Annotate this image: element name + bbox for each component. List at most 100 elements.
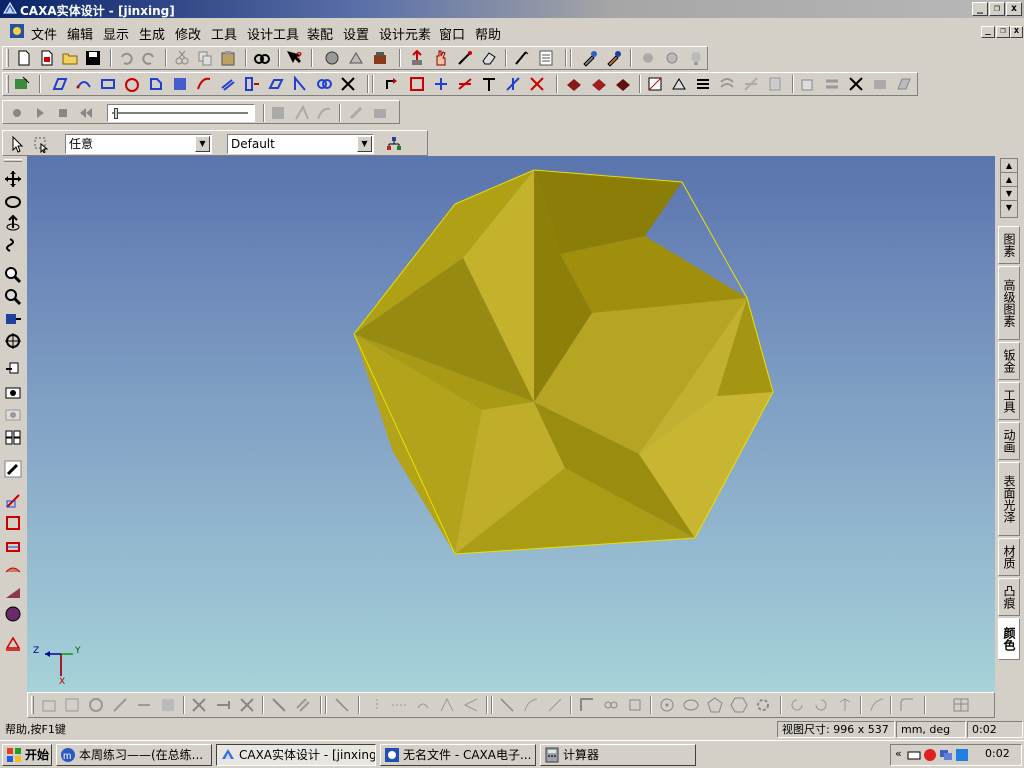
surface-sweep-icon[interactable] bbox=[614, 75, 632, 93]
surface-extend-icon[interactable] bbox=[766, 75, 784, 93]
curve-surface-icon[interactable] bbox=[480, 75, 498, 93]
restore-button[interactable]: ❐ bbox=[989, 2, 1005, 16]
tab-color[interactable]: 颜色 bbox=[998, 618, 1020, 660]
properties-icon[interactable] bbox=[537, 49, 555, 67]
messenger-icon[interactable] bbox=[955, 748, 969, 762]
snap-perp-icon[interactable] bbox=[414, 696, 432, 714]
snap-horizontal-icon[interactable] bbox=[390, 696, 408, 714]
eraser-icon[interactable] bbox=[480, 49, 498, 67]
menu-generate[interactable]: 生成 bbox=[139, 24, 165, 43]
select-pointer-icon[interactable] bbox=[8, 135, 26, 153]
table-tool-icon[interactable] bbox=[952, 696, 970, 714]
sketch-circle-icon[interactable] bbox=[171, 75, 189, 93]
sketch-spline-icon[interactable] bbox=[195, 75, 213, 93]
surface-mesh-icon[interactable] bbox=[670, 75, 688, 93]
new-design-icon[interactable] bbox=[38, 49, 56, 67]
sketch-chamfer-icon[interactable] bbox=[315, 75, 333, 93]
tab-sheet-metal[interactable]: 钣金 bbox=[998, 342, 1020, 380]
save-icon[interactable] bbox=[84, 49, 102, 67]
tab-embossing[interactable]: 凸痕 bbox=[998, 578, 1020, 616]
surface-thicken-icon[interactable] bbox=[871, 75, 889, 93]
line-tool-icon[interactable] bbox=[498, 696, 516, 714]
move-light-icon[interactable] bbox=[639, 49, 657, 67]
render-icon[interactable] bbox=[371, 49, 389, 67]
surface-trim-icon[interactable] bbox=[742, 75, 760, 93]
design-tree-icon[interactable] bbox=[347, 49, 365, 67]
sketch-trim-icon[interactable] bbox=[267, 75, 285, 93]
menu-design-tools[interactable]: 设计工具 bbox=[247, 24, 299, 43]
square-tool-icon[interactable] bbox=[626, 696, 644, 714]
light-bulb-icon[interactable] bbox=[687, 49, 705, 67]
menu-tools[interactable]: 工具 bbox=[211, 24, 237, 43]
sketch-fillet-icon[interactable] bbox=[291, 75, 309, 93]
sketch-rect-icon[interactable] bbox=[99, 75, 117, 93]
curve-project-icon[interactable] bbox=[432, 75, 450, 93]
scroll-last-icon[interactable]: ▼ bbox=[1001, 201, 1017, 215]
smart-animation-icon[interactable] bbox=[269, 104, 287, 122]
paint-icon[interactable] bbox=[605, 49, 623, 67]
trim-curve-icon[interactable] bbox=[868, 696, 886, 714]
animation-tool-icon[interactable] bbox=[347, 104, 365, 122]
task-button-exercise[interactable]: m 本周练习——(在总练... bbox=[56, 744, 212, 766]
timeline-thumb[interactable] bbox=[114, 108, 118, 119]
surface-view-icon[interactable] bbox=[4, 560, 22, 578]
surface-merge-icon[interactable] bbox=[823, 75, 841, 93]
snap-midpoint-icon[interactable] bbox=[438, 696, 456, 714]
camera-disabled-icon[interactable] bbox=[4, 404, 22, 422]
keyboard-icon[interactable] bbox=[907, 748, 921, 762]
zoom-window-icon[interactable] bbox=[4, 288, 22, 306]
menu-modify[interactable]: 修改 bbox=[175, 24, 201, 43]
tab-animation[interactable]: 动画 bbox=[998, 422, 1020, 460]
sketch-hand-icon[interactable] bbox=[123, 75, 141, 93]
snap-angle-icon[interactable] bbox=[270, 696, 288, 714]
redo-icon[interactable] bbox=[140, 49, 158, 67]
eyedropper-icon[interactable] bbox=[581, 49, 599, 67]
open-folder-icon[interactable] bbox=[61, 49, 79, 67]
curve-arrow-icon[interactable] bbox=[383, 75, 401, 93]
snap-rotate-icon[interactable] bbox=[87, 696, 105, 714]
curve-point-icon[interactable] bbox=[408, 75, 426, 93]
tray-expand-icon[interactable]: « bbox=[895, 747, 902, 760]
zoom-icon[interactable] bbox=[4, 266, 22, 284]
snap-vertical-icon[interactable] bbox=[368, 696, 386, 714]
doc-restore-button[interactable]: ❐ bbox=[996, 26, 1010, 38]
start-button[interactable]: 开始 bbox=[2, 744, 52, 766]
scroll-up-icon[interactable]: ▲ bbox=[1001, 173, 1017, 187]
catalog-icon[interactable] bbox=[323, 49, 341, 67]
surface-solid-icon[interactable] bbox=[895, 75, 913, 93]
bend-tool-icon[interactable] bbox=[546, 696, 564, 714]
new-file-icon[interactable] bbox=[15, 49, 33, 67]
new-sketch-icon[interactable] bbox=[13, 75, 31, 93]
surface-repair-icon[interactable] bbox=[847, 75, 865, 93]
surface-copy-icon[interactable] bbox=[799, 75, 817, 93]
sketch-arc-icon[interactable] bbox=[75, 75, 93, 93]
link-tool-icon[interactable] bbox=[602, 696, 620, 714]
title-bar[interactable]: CAXA实体设计 - [jinxing] _ ❐ x bbox=[0, 0, 1024, 18]
menu-view[interactable]: 显示 bbox=[103, 24, 129, 43]
path-edit-icon[interactable] bbox=[293, 104, 311, 122]
rewind-icon[interactable] bbox=[77, 104, 95, 122]
extrude-icon[interactable] bbox=[408, 49, 426, 67]
sphere-render-icon[interactable] bbox=[4, 605, 22, 623]
sketch-offset-icon[interactable] bbox=[219, 75, 237, 93]
minimize-button[interactable]: _ bbox=[972, 2, 988, 16]
undo-icon[interactable] bbox=[117, 49, 135, 67]
doc-close-button[interactable]: x bbox=[1010, 26, 1023, 38]
tab-scroll-buttons[interactable]: ▲ ▲ ▼ ▼ bbox=[1000, 158, 1018, 218]
snap-endpoint-icon[interactable] bbox=[462, 696, 480, 714]
play-icon[interactable] bbox=[31, 104, 49, 122]
context-help-icon[interactable]: ? bbox=[285, 49, 303, 67]
tab-tools[interactable]: 工具 bbox=[998, 382, 1020, 420]
camera-icon[interactable] bbox=[4, 382, 22, 400]
copy-icon[interactable] bbox=[196, 49, 214, 67]
curve-delete-icon[interactable] bbox=[528, 75, 546, 93]
sketch-constraint-icon[interactable] bbox=[339, 75, 357, 93]
snap-cross-icon[interactable] bbox=[190, 696, 208, 714]
node-tool-icon[interactable] bbox=[578, 696, 596, 714]
sketch-rectangle-icon[interactable] bbox=[4, 514, 22, 532]
tab-surface-finish[interactable]: 表面光泽 bbox=[998, 462, 1020, 536]
snap-stack-icon[interactable] bbox=[159, 696, 177, 714]
doc-minimize-button[interactable]: _ bbox=[981, 26, 995, 38]
snap-tangent-icon[interactable] bbox=[333, 696, 351, 714]
curve-3d-icon[interactable] bbox=[456, 75, 474, 93]
